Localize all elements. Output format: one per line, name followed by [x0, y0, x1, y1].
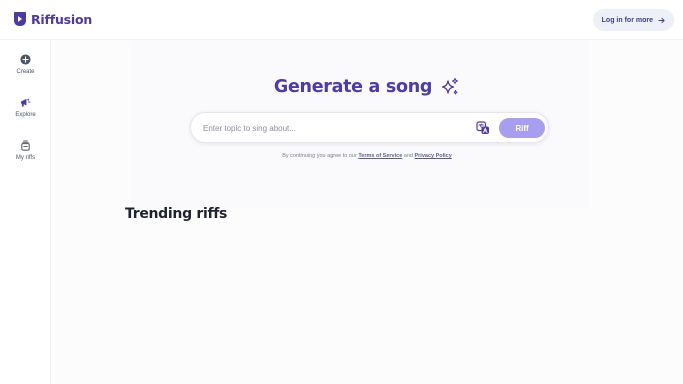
- hero-heading: Generate a song: [51, 77, 683, 97]
- sidebar-item-my-riffs[interactable]: My riffs: [0, 140, 51, 161]
- main-content: Generate a song Riff By continuing you a…: [51, 40, 683, 384]
- arrow-right-icon: [658, 17, 665, 23]
- trending-heading: Trending riffs: [125, 206, 228, 222]
- top-bar: Riffusion Log in for more: [0, 0, 683, 40]
- terms-of-service-link[interactable]: Terms of Service: [358, 153, 402, 159]
- megaphone-icon: [20, 98, 31, 107]
- riffusion-logo[interactable]: Riffusion: [13, 11, 92, 27]
- page-title: Generate a song: [273, 77, 433, 97]
- stack-icon: [21, 140, 30, 151]
- translate-icon[interactable]: [476, 121, 490, 135]
- riff-button[interactable]: Riff: [499, 118, 545, 138]
- sidebar: Create Explore My riffs: [0, 40, 51, 384]
- song-prompt-box: Riff: [190, 112, 549, 143]
- terms-prefix: By continuing you agree to our: [282, 153, 357, 159]
- sidebar-item-label: Explore: [15, 112, 36, 118]
- sidebar-item-label: My riffs: [15, 155, 36, 161]
- sidebar-item-explore[interactable]: Explore: [0, 97, 51, 118]
- sidebar-item-label: Create: [16, 69, 35, 75]
- brand-name: Riffusion: [31, 11, 93, 27]
- topic-input[interactable]: [203, 120, 463, 136]
- sidebar-item-create[interactable]: Create: [0, 54, 51, 75]
- terms-conjunction: and: [403, 153, 413, 159]
- plus-circle-icon: [20, 54, 31, 65]
- login-button[interactable]: Log in for more: [592, 9, 674, 31]
- terms-notice: By continuing you agree to our Terms of …: [51, 153, 683, 159]
- sparkles-icon: [441, 77, 459, 95]
- privacy-policy-link[interactable]: Privacy Policy: [415, 153, 452, 159]
- riffusion-logo-icon: [14, 12, 26, 26]
- login-button-label: Log in for more: [601, 16, 653, 24]
